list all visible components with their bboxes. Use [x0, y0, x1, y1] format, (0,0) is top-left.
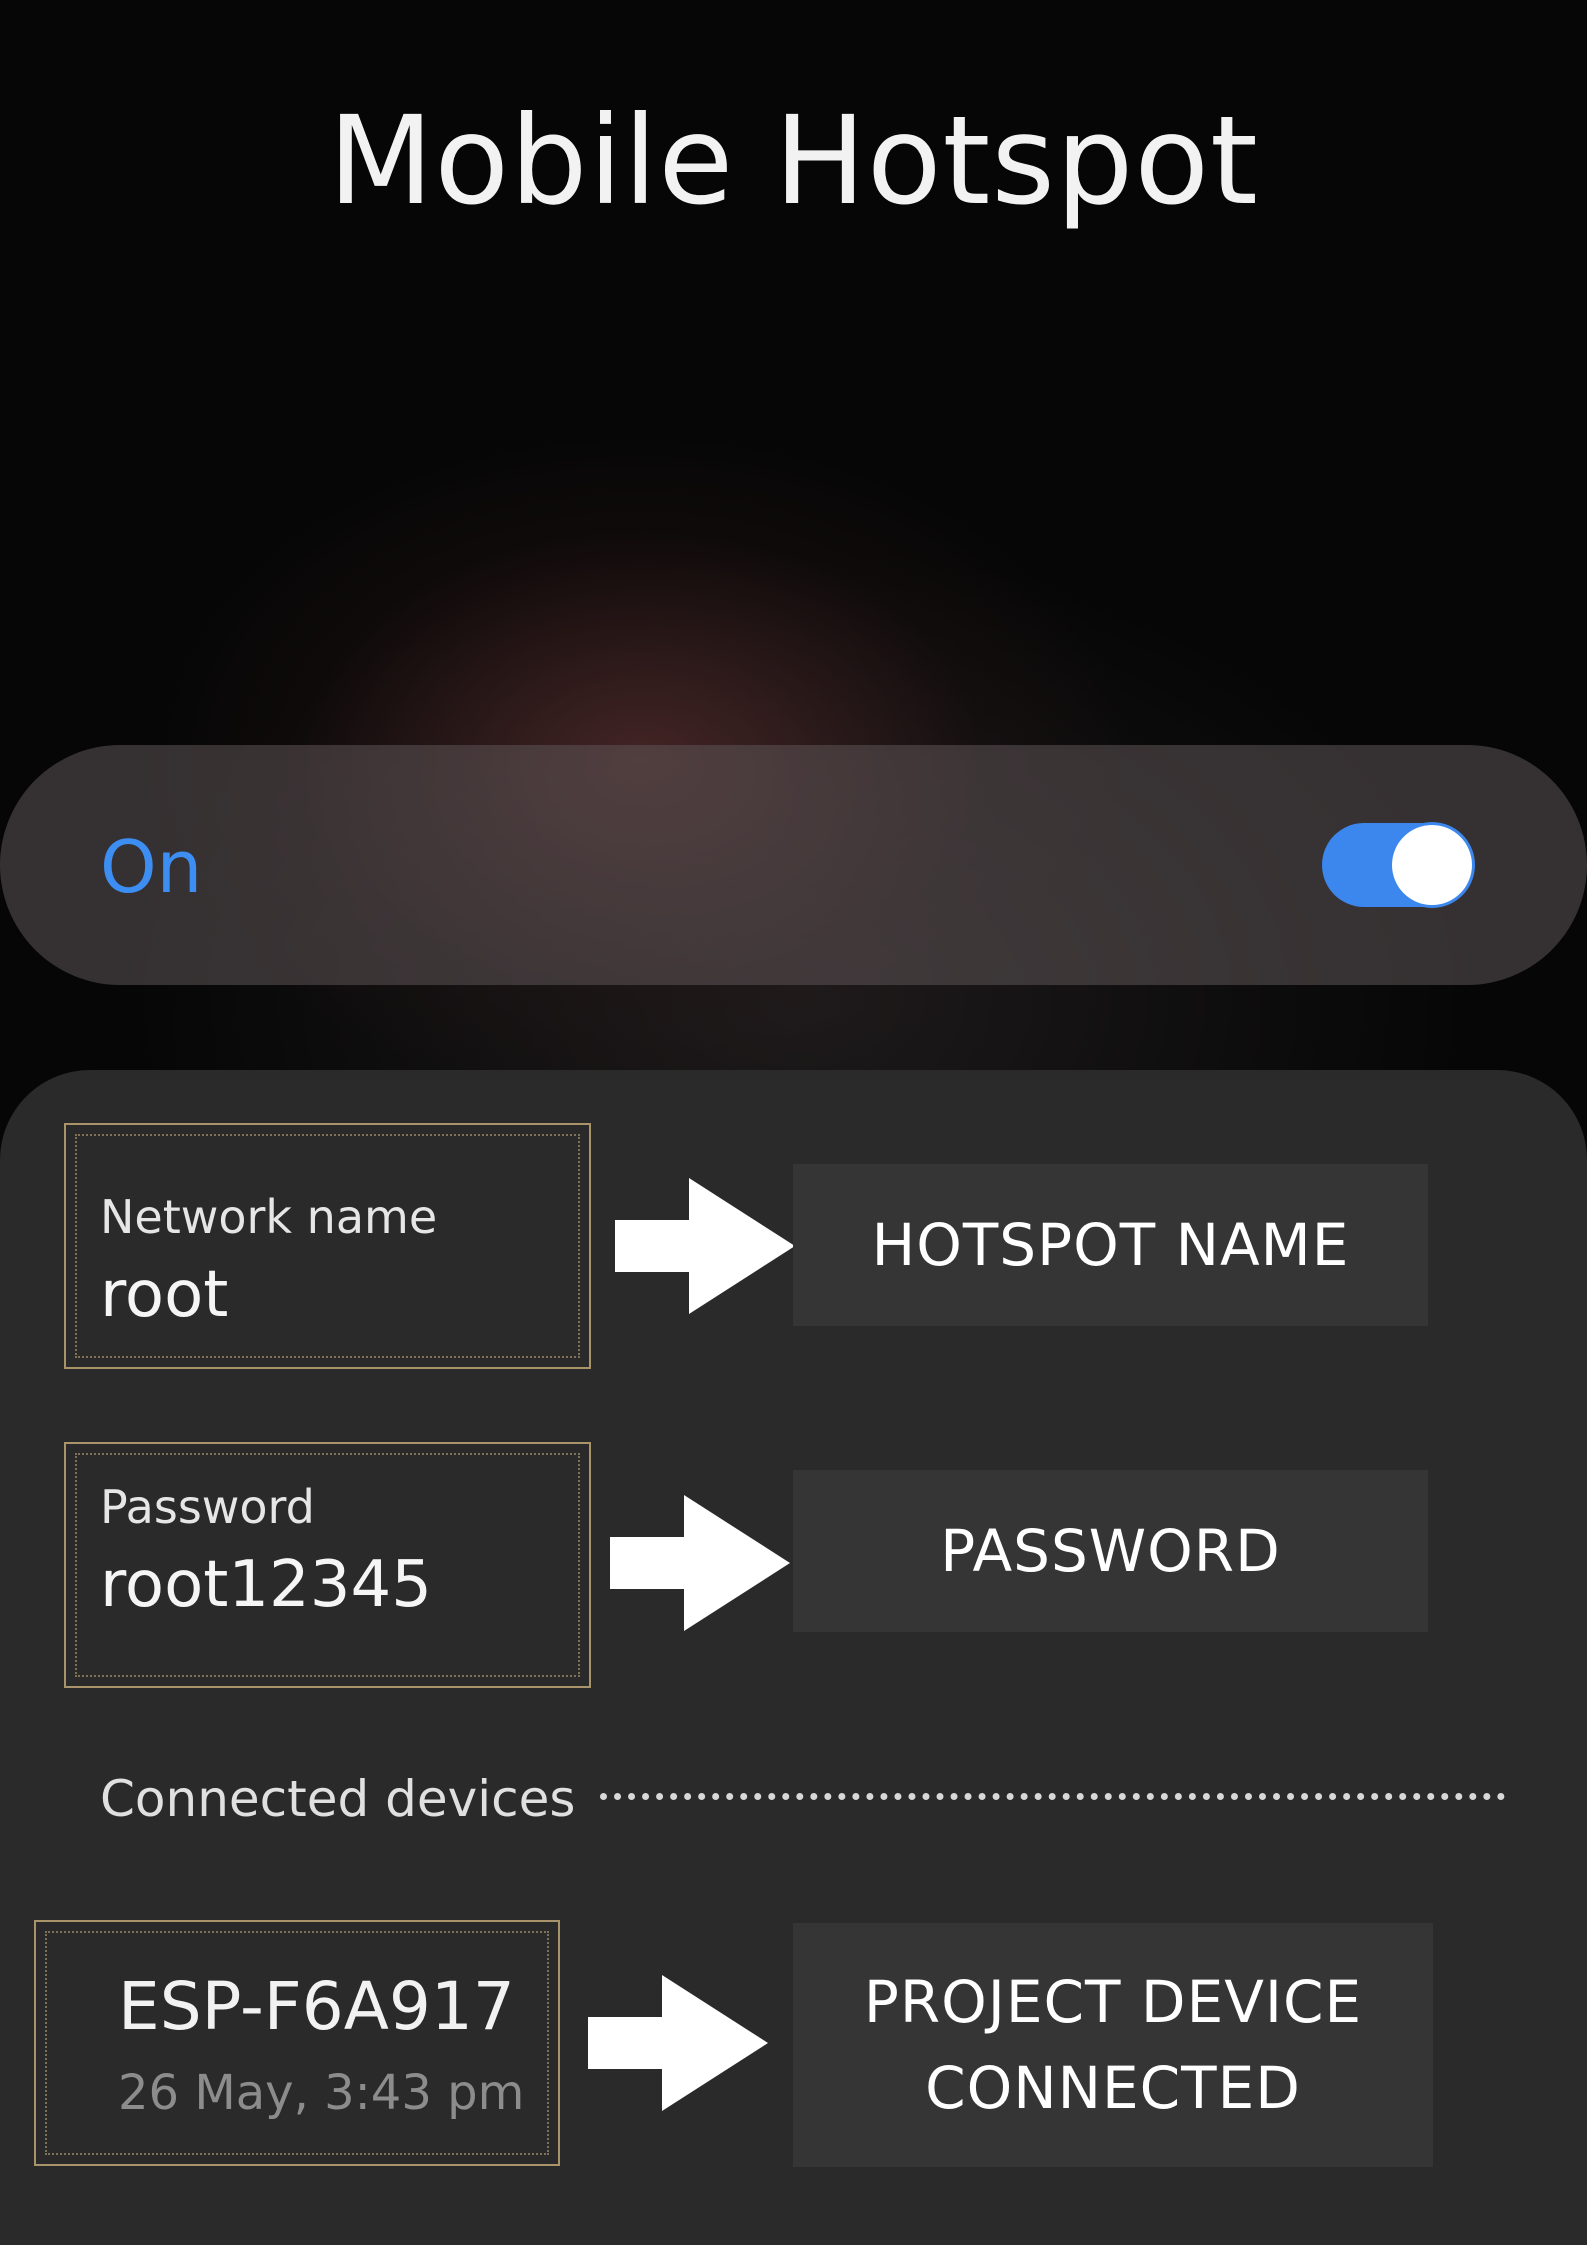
device-connected-time: 26 May, 3:43 pm — [118, 2065, 525, 2121]
right-arrow-icon — [615, 1178, 795, 1314]
device-name: ESP-F6A917 — [118, 1968, 515, 2045]
annotation-project-device: PROJECT DEVICE CONNECTED — [793, 1923, 1433, 2167]
page-title: Mobile Hotspot — [328, 90, 1259, 232]
dotted-divider — [600, 1793, 1505, 1800]
annotation-hotspot-name: HOTSPOT NAME — [793, 1164, 1428, 1326]
right-arrow-icon — [588, 1975, 768, 2111]
hotspot-status-label: On — [100, 825, 203, 909]
annotation-device-line2: CONNECTED — [925, 2054, 1301, 2122]
hotspot-toggle-switch[interactable] — [1322, 823, 1474, 907]
annotation-password: PASSWORD — [793, 1470, 1428, 1632]
annotation-hotspot-name-text: HOTSPOT NAME — [871, 1211, 1350, 1279]
connected-devices-heading: Connected devices — [100, 1770, 576, 1828]
password-label: Password — [100, 1480, 315, 1534]
network-name-field[interactable] — [64, 1123, 591, 1369]
network-name-value: root — [100, 1258, 229, 1332]
right-arrow-icon — [610, 1495, 790, 1631]
annotation-password-text: PASSWORD — [940, 1517, 1281, 1585]
toggle-knob — [1392, 825, 1472, 905]
password-value: root12345 — [100, 1548, 432, 1622]
annotation-device-line1: PROJECT DEVICE — [863, 1968, 1363, 2036]
network-name-label: Network name — [100, 1190, 438, 1244]
